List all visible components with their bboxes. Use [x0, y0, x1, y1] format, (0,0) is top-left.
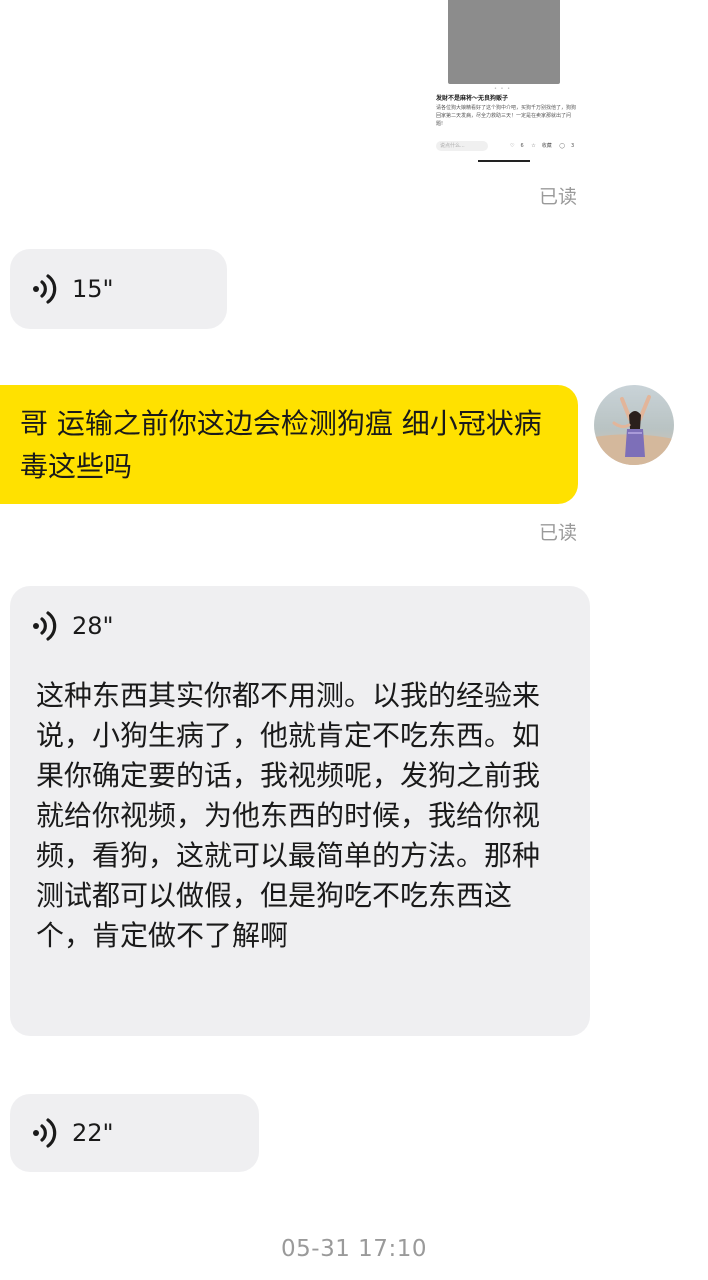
voice-duration: 15" — [72, 275, 114, 303]
shared-post-image — [448, 0, 560, 84]
card-underline — [478, 160, 530, 162]
voice-message-2-content: 28" — [26, 608, 114, 644]
avatar-photo — [594, 385, 674, 465]
voice-duration: 28" — [72, 612, 114, 640]
read-status-2: 已读 — [539, 522, 578, 544]
avatar[interactable] — [594, 385, 674, 465]
comment-count: 3 — [570, 143, 575, 149]
shared-post-card[interactable]: • • • 发财不是麻将～无良狗贩子 请各位狗大娘精看好了这个狗中介吧，买狗千万… — [432, 0, 582, 162]
voice-duration: 22" — [72, 1119, 114, 1147]
voice-message-1-content: 15" — [26, 271, 114, 307]
voice-wave-icon — [33, 611, 57, 641]
voice-transcript: 这种东西其实你都不用测。以我的经验来说，小狗生病了，他就肯定不吃东西。如果你确定… — [36, 679, 541, 952]
voice-wave-icon — [33, 274, 57, 304]
shared-post-title: 发财不是麻将～无良狗贩子 — [436, 95, 509, 102]
image-page-indicator: • • • — [494, 86, 512, 92]
favorite-label: 收藏 — [541, 143, 552, 149]
outgoing-message-text: 哥 运输之前你这边会检测狗瘟 细小冠状病毒这些吗 — [20, 407, 542, 483]
read-status-1: 已读 — [539, 186, 578, 208]
shared-post-comment-input: 说点什么... — [436, 141, 488, 151]
heart-icon: ♡ — [510, 143, 515, 149]
shared-post-body: 请各位狗大娘精看好了这个狗中介吧，买狗千万别找他了，狗狗回家第二天发病，尽全力救… — [436, 105, 576, 127]
voice-message-3-content: 22" — [26, 1115, 114, 1151]
comment-icon: ◯ — [559, 143, 565, 149]
shared-post-stats: ♡ 6 ☆ 收藏 ◯ 3 — [510, 141, 580, 151]
voice-wave-icon — [33, 1118, 57, 1148]
star-icon: ☆ — [531, 143, 536, 149]
message-timestamp: 05-31 17:10 — [281, 1236, 427, 1262]
like-count: 6 — [520, 143, 524, 149]
